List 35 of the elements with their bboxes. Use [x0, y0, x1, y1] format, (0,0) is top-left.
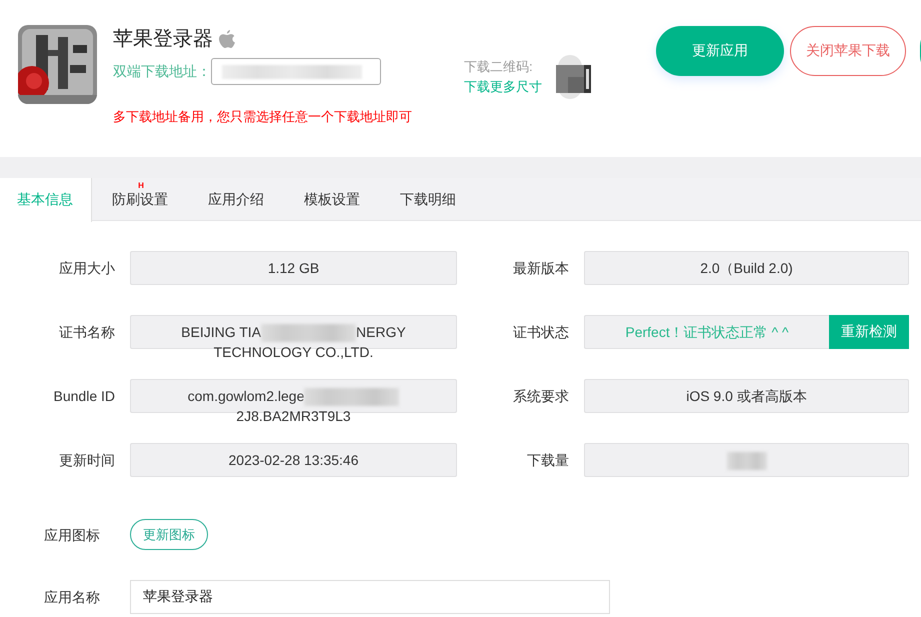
app-title: 苹果登录器 [113, 27, 213, 52]
recheck-button[interactable]: 重新检测 [829, 315, 909, 349]
address-field[interactable] [211, 58, 381, 85]
field-value: iOS 9.0 或者高版本 [685, 387, 808, 406]
update-app-button[interactable]: 更新应用 [656, 26, 784, 76]
tab[interactable]: 基本信息 [0, 178, 92, 222]
field-label: 最新版本 [512, 259, 569, 278]
qr-label: 下载二维码: [464, 58, 534, 76]
address-label: 双端下载地址： [113, 62, 211, 80]
field-label: 应用大小 [58, 259, 115, 278]
field-label: 应用图标 [43, 526, 100, 544]
field-label: 证书名称 [58, 323, 115, 342]
notice-text: 多下载地址备用，您只需选择任意一个下载地址即可 [113, 108, 413, 126]
field-value: 2.0（Build 2.0) [699, 259, 794, 278]
field-label: Bundle ID [52, 387, 115, 406]
status-text: Perfect！证书状态正常 ^ ^ [624, 323, 790, 342]
field-value: com.gowlom2.lege 2J8.BA2MR3T9L3 [139, 386, 448, 426]
qr-code-icon [556, 55, 591, 99]
apple-icon [219, 30, 235, 48]
field-label: 证书状态 [512, 323, 569, 342]
name-field[interactable]: 苹果登录器 [130, 580, 610, 614]
close-download-button[interactable]: 关闭苹果下载 [790, 26, 906, 76]
field-value: 1.12 GB [266, 259, 320, 278]
tab[interactable]: 下载明细 [380, 178, 476, 221]
field-label: 应用名称 [43, 588, 100, 607]
field-label: 系统要求 [512, 387, 569, 406]
field-label: 更新时间 [58, 451, 115, 470]
update-icon-button[interactable]: 更新图标 [130, 519, 208, 550]
tab[interactable]: 模板设置 [284, 178, 380, 221]
field-value: 2023-02-28 13:35:46 [228, 451, 360, 470]
download-sizes-link[interactable]: 下载更多尺寸 [464, 79, 542, 94]
tab[interactable]: 应用介绍 [188, 178, 284, 221]
field-value: BEIJING TIA NERGY TECHNOLOGY CO.,LTD. [180, 323, 407, 362]
field-label: 下载量 [526, 451, 569, 470]
badge-text: H [138, 181, 144, 190]
